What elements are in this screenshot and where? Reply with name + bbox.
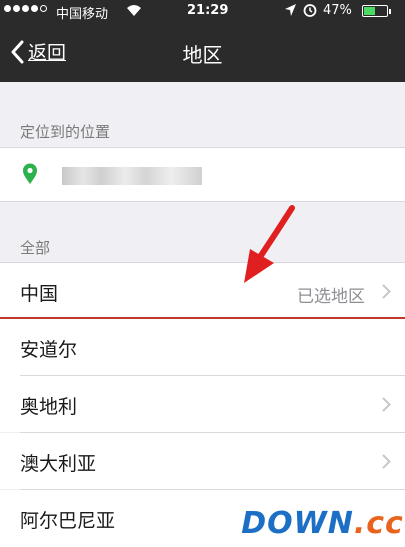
navigation-bar: 返回 地区 bbox=[0, 22, 405, 82]
region-item-austria[interactable]: 奥地利 bbox=[0, 376, 405, 432]
annotation-arrow-icon bbox=[244, 205, 295, 283]
signal-dots-icon bbox=[4, 5, 47, 12]
section-header-located: 定位到的位置 bbox=[20, 123, 111, 141]
chevron-right-icon bbox=[382, 454, 391, 469]
location-value-blurred bbox=[62, 167, 202, 185]
battery-tip bbox=[389, 9, 391, 14]
status-bar: 中国移动 21:29 47% bbox=[0, 0, 405, 22]
selected-region-detail: 已选地区 bbox=[297, 287, 365, 307]
watermark-logo: DOWN .cc bbox=[241, 503, 403, 543]
region-item-china[interactable]: 中国 已选地区 bbox=[0, 262, 405, 318]
battery-percent: 47% bbox=[323, 3, 352, 18]
map-pin-icon bbox=[22, 163, 38, 189]
location-arrow-icon bbox=[284, 3, 297, 21]
region-item-australia[interactable]: 澳大利亚 bbox=[0, 433, 405, 489]
watermark-text: DOWN bbox=[241, 505, 354, 541]
alarm-icon bbox=[303, 3, 317, 21]
chevron-right-icon bbox=[382, 284, 391, 299]
region-label: 中国 bbox=[20, 283, 59, 305]
region-label: 安道尔 bbox=[20, 339, 78, 361]
region-label: 阿尔巴尼亚 bbox=[20, 510, 116, 532]
carrier-name: 中国移动 bbox=[56, 7, 109, 22]
section-header-all: 全部 bbox=[20, 239, 51, 257]
region-item-andorra[interactable]: 安道尔 bbox=[0, 319, 405, 376]
watermark-accent: .cc bbox=[353, 505, 404, 541]
region-label: 澳大利亚 bbox=[20, 453, 97, 475]
chevron-right-icon bbox=[382, 397, 391, 412]
region-label: 奥地利 bbox=[20, 396, 78, 418]
wifi-icon bbox=[126, 3, 142, 21]
status-time: 21:29 bbox=[187, 3, 229, 18]
battery-icon bbox=[362, 5, 388, 17]
page-title: 地区 bbox=[182, 43, 223, 67]
current-location-cell[interactable] bbox=[0, 147, 405, 202]
